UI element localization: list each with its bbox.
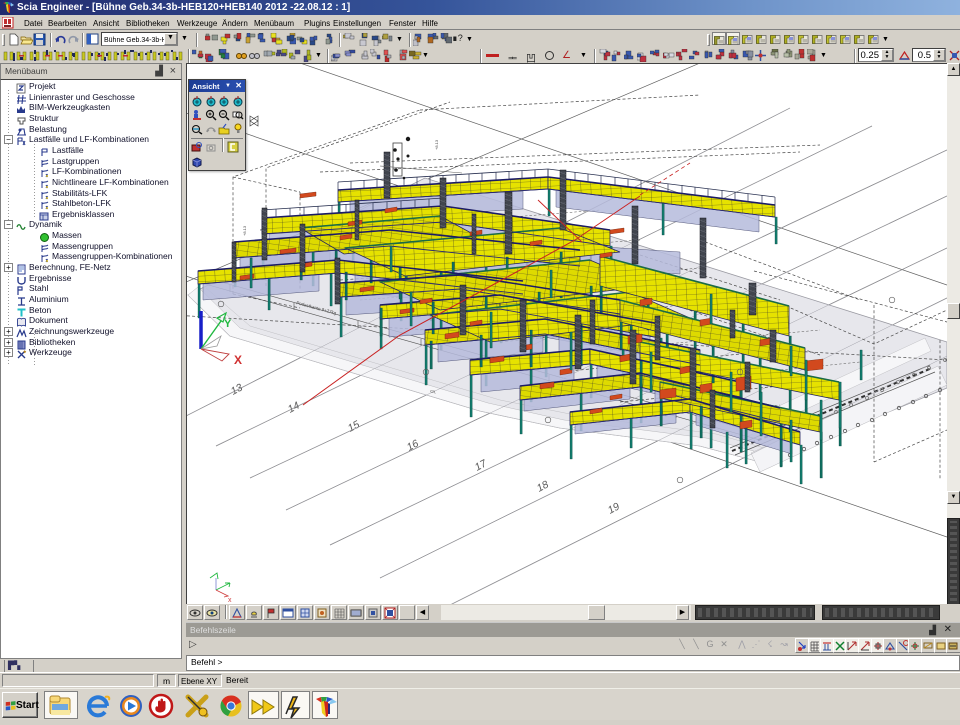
svg-text:16: 16 [405,437,421,453]
svg-text:X: X [234,353,242,367]
svg-text:18: 18 [535,478,551,494]
svg-text:19: 19 [606,500,622,516]
svg-text:+8.13: +8.13 [242,225,247,236]
svg-text:Y: Y [224,318,232,330]
svg-text:13: 13 [229,381,245,397]
svg-text:17: 17 [473,457,490,474]
svg-text:14: 14 [286,399,302,415]
svg-text:+8.13: +8.13 [434,139,439,150]
svg-text:x: x [228,597,232,604]
